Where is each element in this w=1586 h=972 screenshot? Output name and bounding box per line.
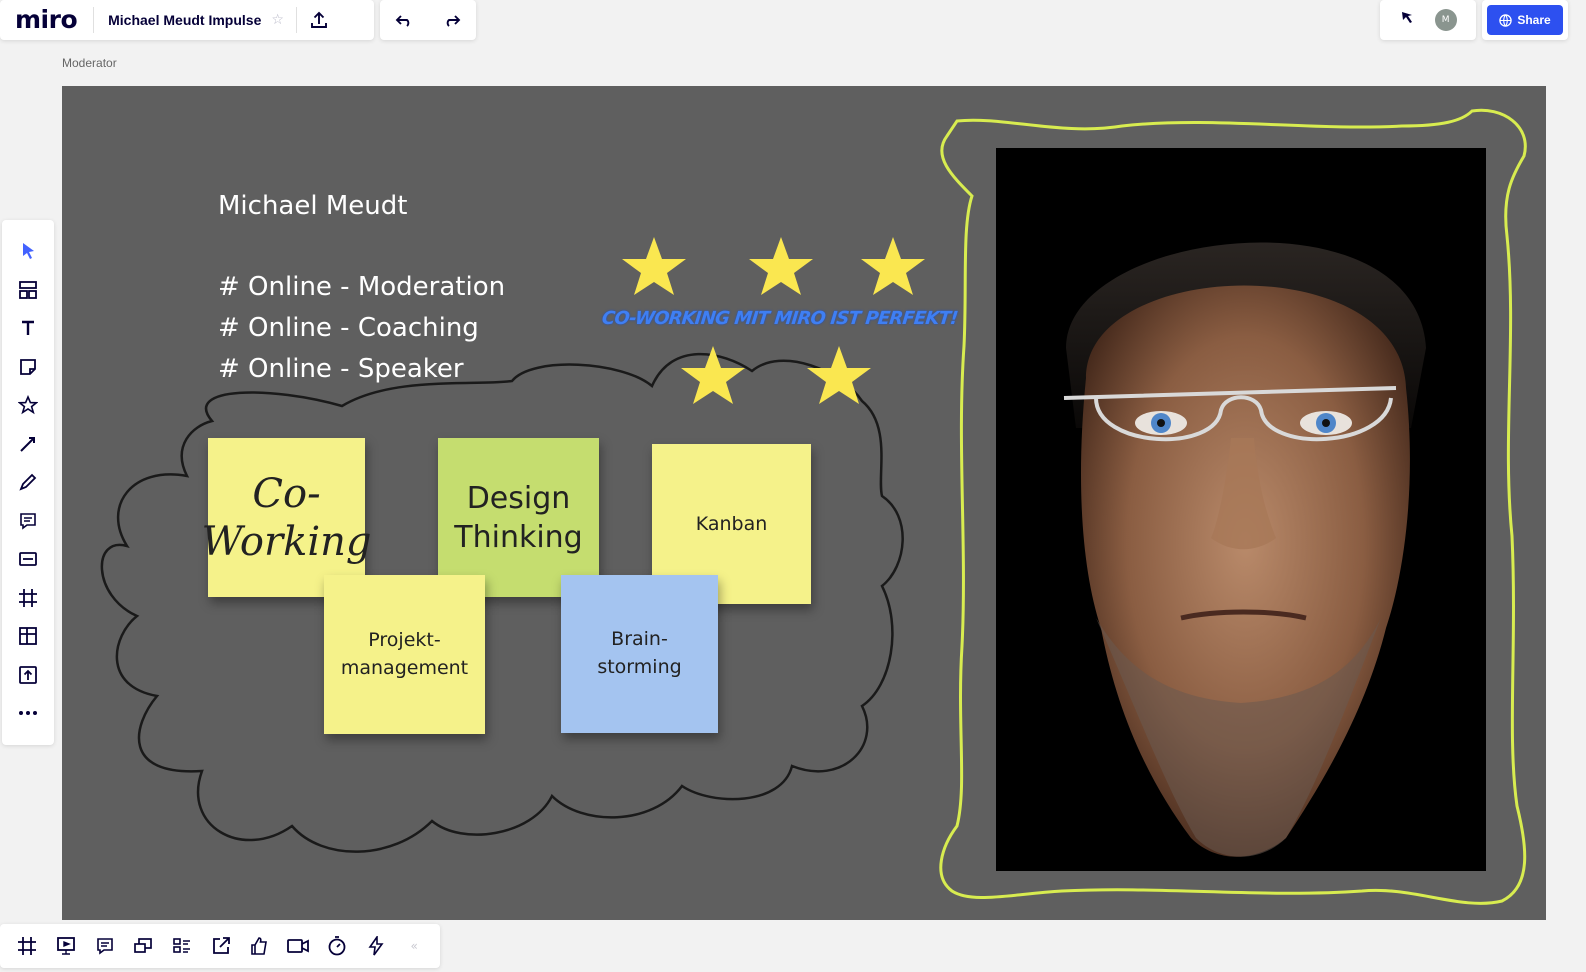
more-icon	[19, 711, 37, 716]
redo-icon	[446, 15, 461, 27]
card-list-button[interactable]	[163, 926, 202, 966]
templates-icon	[19, 280, 37, 299]
frame-label[interactable]: Moderator	[62, 56, 117, 70]
board-header: miro Michael Meudt Impulse ☆	[0, 0, 374, 40]
collapse-toolbar-button[interactable]: «	[395, 926, 434, 966]
timer-button[interactable]	[318, 926, 357, 966]
cursor-icon[interactable]	[1399, 10, 1415, 30]
globe-icon	[1499, 13, 1513, 27]
frame-tool-button[interactable]	[8, 579, 48, 618]
text-tool-button[interactable]	[8, 309, 48, 348]
activity-button[interactable]	[356, 926, 395, 966]
share-label: Share	[1517, 13, 1551, 27]
video-chat-icon	[287, 939, 310, 953]
card-list-icon	[173, 938, 191, 953]
embed-button[interactable]	[201, 926, 240, 966]
pen-tool-button[interactable]	[8, 463, 48, 502]
card-tool-button[interactable]	[8, 540, 48, 579]
text-icon	[22, 321, 34, 336]
redo-button[interactable]	[428, 0, 476, 40]
sticky-note-tool-button[interactable]	[8, 348, 48, 387]
activity-icon	[367, 936, 384, 956]
collaboration-toolbar: «	[0, 924, 440, 968]
kanban-tool-button[interactable]	[8, 617, 48, 656]
upload-icon	[310, 11, 327, 28]
select-tool-button[interactable]	[8, 232, 48, 271]
card-icon	[19, 552, 37, 567]
avatar[interactable]: M	[1434, 9, 1457, 31]
comments-icon	[96, 938, 113, 955]
voting-button[interactable]	[240, 926, 279, 966]
screen-share-icon	[134, 938, 153, 953]
comments-button[interactable]	[85, 926, 124, 966]
share-button[interactable]: Share	[1487, 5, 1563, 35]
more-tools-button[interactable]	[8, 694, 48, 733]
connection-line-tool-button[interactable]	[8, 425, 48, 464]
portrait-illustration	[1063, 242, 1426, 857]
frame-icon	[19, 588, 37, 607]
video-chat-button[interactable]	[279, 926, 318, 966]
upload-tool-button[interactable]	[8, 656, 48, 695]
upload-icon	[19, 665, 37, 684]
timer-icon	[328, 936, 346, 956]
embed-icon	[212, 937, 230, 954]
undo-icon	[395, 15, 410, 27]
board-title[interactable]: Michael Meudt Impulse	[108, 12, 261, 28]
pen-icon	[19, 473, 37, 491]
undo-button[interactable]	[380, 0, 428, 40]
frames-icon	[18, 937, 37, 955]
share-panel: Share	[1482, 0, 1568, 40]
kanban-icon	[19, 627, 37, 646]
presentation-icon	[57, 937, 75, 955]
export-button[interactable]	[297, 0, 341, 40]
select-icon	[23, 243, 34, 260]
board-frame[interactable]: Michael Meudt # Online - Moderation # On…	[62, 86, 1546, 920]
miro-logo[interactable]: miro	[15, 0, 78, 40]
comment-icon	[20, 512, 36, 530]
connection-line-icon	[20, 436, 35, 452]
collaborators: M	[1380, 0, 1476, 40]
screen-share-button[interactable]	[124, 926, 163, 966]
shapes-tool-button[interactable]	[8, 386, 48, 425]
collapse-icon: «	[410, 939, 418, 953]
star-outline-icon[interactable]: ☆	[271, 12, 284, 28]
voting-icon	[251, 937, 268, 955]
divider	[93, 7, 95, 33]
sticky-note-icon	[20, 358, 36, 375]
presentation-button[interactable]	[47, 926, 86, 966]
portrait-photo[interactable]	[996, 148, 1486, 871]
shapes-icon	[18, 395, 38, 415]
history-controls	[380, 0, 476, 40]
creation-toolbar	[2, 220, 54, 745]
templates-tool-button[interactable]	[8, 271, 48, 310]
frames-button[interactable]	[8, 926, 47, 966]
comment-tool-button[interactable]	[8, 502, 48, 541]
